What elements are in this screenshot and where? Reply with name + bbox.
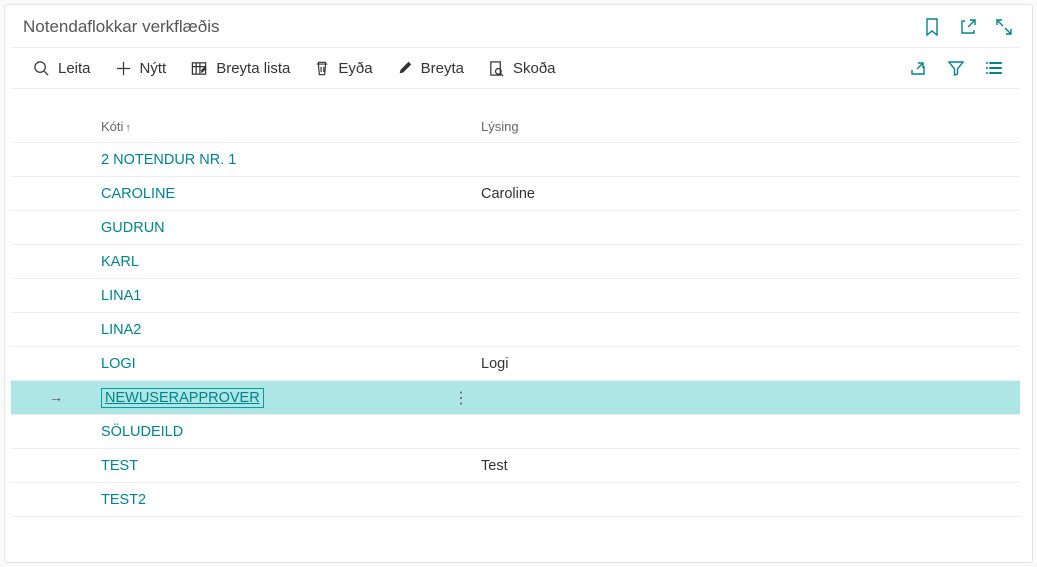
table-row[interactable]: 2 NOTENDUR NR. 1: [11, 143, 1020, 177]
table-row[interactable]: LOGI Logi: [11, 347, 1020, 381]
description-cell: Caroline: [481, 186, 1020, 202]
toolbar-left: Leita Nýtt Breyta lista Eyða Breyta: [33, 60, 556, 77]
filter-icon[interactable]: [946, 58, 966, 78]
row-indicator: →: [11, 390, 101, 406]
code-cell: LOGI: [101, 356, 441, 372]
plus-icon: [115, 60, 132, 77]
toolbar-right: [908, 58, 1012, 78]
description-cell: Test: [481, 458, 1020, 474]
data-grid[interactable]: Kóti↑ Lýsing 2 NOTENDUR NR. 1 CAROLINE Car…: [5, 89, 1032, 562]
code-cell: LINA1: [101, 288, 441, 304]
edit-list-label: Breyta lista: [216, 60, 290, 77]
code-cell: GUDRUN: [101, 220, 441, 236]
toolbar: Leita Nýtt Breyta lista Eyða Breyta: [11, 47, 1020, 89]
code-link[interactable]: 2 NOTENDUR NR. 1: [101, 152, 236, 168]
table-row[interactable]: TEST2: [11, 483, 1020, 517]
code-cell: KARL: [101, 254, 441, 270]
page-title: Notendaflokkar verkflæðis: [23, 17, 220, 37]
pencil-icon: [397, 60, 413, 76]
new-label: Nýtt: [140, 60, 167, 77]
column-code-label: Kóti: [101, 119, 123, 134]
table-row[interactable]: CAROLINE Caroline: [11, 177, 1020, 211]
edit-list-button[interactable]: Breyta lista: [190, 60, 290, 77]
table-row[interactable]: SÖLUDEILD: [11, 415, 1020, 449]
column-header-code[interactable]: Kóti↑: [101, 119, 441, 134]
code-link[interactable]: SÖLUDEILD: [101, 424, 183, 440]
code-link[interactable]: LINA1: [101, 288, 141, 304]
view-button[interactable]: Skoða: [488, 60, 556, 77]
code-cell: 2 NOTENDUR NR. 1: [101, 152, 441, 168]
title-actions: [922, 17, 1014, 37]
code-link[interactable]: CAROLINE: [101, 186, 175, 202]
code-cell: NEWUSERAPPROVER: [101, 388, 441, 408]
search-button[interactable]: Leita: [33, 60, 91, 77]
bookmark-icon[interactable]: [922, 17, 942, 37]
search-icon: [33, 60, 50, 77]
description-cell: Logi: [481, 356, 1020, 372]
code-cell: LINA2: [101, 322, 441, 338]
grid-inner: Kóti↑ Lýsing 2 NOTENDUR NR. 1 CAROLINE Car…: [11, 89, 1020, 517]
share-icon[interactable]: [908, 58, 928, 78]
code-link[interactable]: NEWUSERAPPROVER: [101, 388, 264, 408]
code-link[interactable]: LOGI: [101, 356, 136, 372]
table-row[interactable]: →NEWUSERAPPROVER ⋮: [11, 381, 1020, 415]
edit-label: Breyta: [421, 60, 464, 77]
window: Notendaflokkar verkflæðis Leita N: [4, 4, 1033, 563]
column-header-description[interactable]: Lýsing: [481, 119, 1020, 134]
popout-icon[interactable]: [958, 17, 978, 37]
trash-icon: [314, 60, 330, 77]
delete-label: Eyða: [338, 60, 372, 77]
row-menu[interactable]: ⋮: [441, 388, 481, 408]
search-label: Leita: [58, 60, 91, 77]
code-cell: CAROLINE: [101, 186, 441, 202]
code-link[interactable]: KARL: [101, 254, 139, 270]
edit-button[interactable]: Breyta: [397, 60, 464, 77]
table-row[interactable]: TEST Test: [11, 449, 1020, 483]
code-link[interactable]: LINA2: [101, 322, 141, 338]
code-cell: TEST: [101, 458, 441, 474]
code-link[interactable]: GUDRUN: [101, 220, 165, 236]
table-row[interactable]: GUDRUN: [11, 211, 1020, 245]
view-label: Skoða: [513, 60, 556, 77]
titlebar: Notendaflokkar verkflæðis: [5, 5, 1032, 47]
column-desc-label: Lýsing: [481, 119, 519, 134]
delete-button[interactable]: Eyða: [314, 60, 372, 77]
table-row[interactable]: LINA2: [11, 313, 1020, 347]
code-link[interactable]: TEST: [101, 458, 138, 474]
view-icon: [488, 60, 505, 77]
grid-header: Kóti↑ Lýsing: [11, 111, 1020, 143]
table-row[interactable]: KARL: [11, 245, 1020, 279]
list-icon[interactable]: [984, 58, 1004, 78]
expand-icon[interactable]: [994, 17, 1014, 37]
new-button[interactable]: Nýtt: [115, 60, 167, 77]
code-link[interactable]: TEST2: [101, 492, 146, 508]
table-row[interactable]: LINA1: [11, 279, 1020, 313]
code-cell: TEST2: [101, 492, 441, 508]
sort-asc-icon: ↑: [125, 122, 131, 134]
toolbar-wrap: Leita Nýtt Breyta lista Eyða Breyta: [5, 47, 1032, 89]
code-cell: SÖLUDEILD: [101, 424, 441, 440]
edit-list-icon: [190, 60, 208, 77]
